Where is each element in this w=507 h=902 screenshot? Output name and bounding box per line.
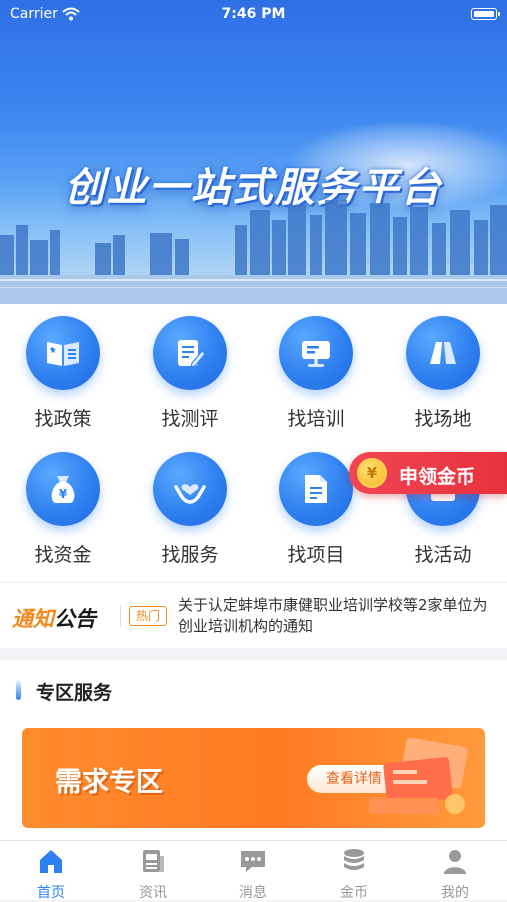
notice-bar[interactable]: 通知公告 热门 关于认定蚌埠市康健职业培训学校等2家单位为创业培训机构的通知 (0, 582, 507, 648)
cards-illustration-icon (369, 737, 468, 814)
notice-logo-part2: 公告 (54, 607, 96, 631)
coin-icon: ¥ (357, 458, 387, 488)
tab-news[interactable]: 资讯 (113, 847, 193, 901)
tab-home[interactable]: 首页 (11, 847, 91, 901)
claim-coins-label: 申领金币 (399, 466, 476, 488)
service-label: 找场地 (414, 408, 472, 430)
service-find-venue[interactable]: 找场地 (388, 304, 498, 434)
demand-zone-card[interactable]: 需求专区 查看详情 (22, 728, 485, 828)
tab-profile[interactable]: 我的 (415, 847, 495, 901)
zone-card-title: 需求专区 (55, 767, 163, 798)
service-find-funding[interactable]: ¥ 找资金 (8, 440, 118, 570)
home-icon (40, 850, 62, 873)
heart-hands-icon (153, 452, 227, 526)
clock: 7:46 PM (221, 6, 286, 22)
hot-badge: 热门 (129, 606, 167, 626)
service-label: 找项目 (287, 544, 345, 566)
coins-icon (344, 849, 364, 870)
section-heading: 专区服务 (36, 682, 113, 704)
venue-road-icon (406, 316, 480, 390)
project-document-icon (279, 452, 353, 526)
notice-logo: 通知公告 (12, 603, 96, 633)
service-label: 找培训 (287, 408, 345, 430)
top-banner[interactable]: 创业一站式服务平台 (0, 0, 507, 304)
bottom-tab-bar: 首页 资讯 消息 金币 我的 (0, 840, 507, 901)
training-board-icon (279, 316, 353, 390)
service-find-training[interactable]: 找培训 (261, 304, 371, 434)
divider (120, 605, 121, 627)
profile-icon (444, 850, 466, 874)
service-grid: 找政策 找测评 找培训 找场地 ¥ 找资金 找服务 找项目 找活动 (0, 304, 507, 582)
tab-label: 首页 (37, 885, 65, 901)
service-label: 找政策 (34, 408, 92, 430)
service-label: 找资金 (34, 544, 92, 566)
assessment-edit-icon (153, 316, 227, 390)
tab-label: 消息 (239, 885, 267, 901)
service-label: 找服务 (161, 544, 219, 566)
money-bag-icon: ¥ (26, 452, 100, 526)
message-icon (241, 851, 265, 872)
svg-text:¥: ¥ (59, 487, 68, 501)
tab-label: 我的 (441, 885, 469, 901)
tab-coins[interactable]: 金币 (314, 847, 394, 901)
service-find-policy[interactable]: 找政策 (8, 304, 118, 434)
tab-label: 资讯 (139, 885, 167, 901)
news-icon (143, 850, 164, 872)
claim-coins-button[interactable]: ¥ 申领金币 (349, 452, 507, 494)
notice-logo-part1: 通知 (12, 607, 54, 631)
policy-book-icon (26, 316, 100, 390)
service-label: 找测评 (161, 408, 219, 430)
battery-icon (471, 8, 500, 20)
tab-label: 金币 (340, 885, 368, 901)
section-indicator (16, 680, 21, 700)
notice-text[interactable]: 关于认定蚌埠市康健职业培训学校等2家单位为创业培训机构的通知 (178, 595, 498, 637)
city-skyline-icon (0, 200, 507, 304)
service-label: 找活动 (414, 544, 472, 566)
tab-messages[interactable]: 消息 (213, 847, 293, 901)
service-find-service[interactable]: 找服务 (135, 440, 245, 570)
status-bar: Carrier 7:46 PM (0, 0, 507, 30)
service-find-assessment[interactable]: 找测评 (135, 304, 245, 434)
